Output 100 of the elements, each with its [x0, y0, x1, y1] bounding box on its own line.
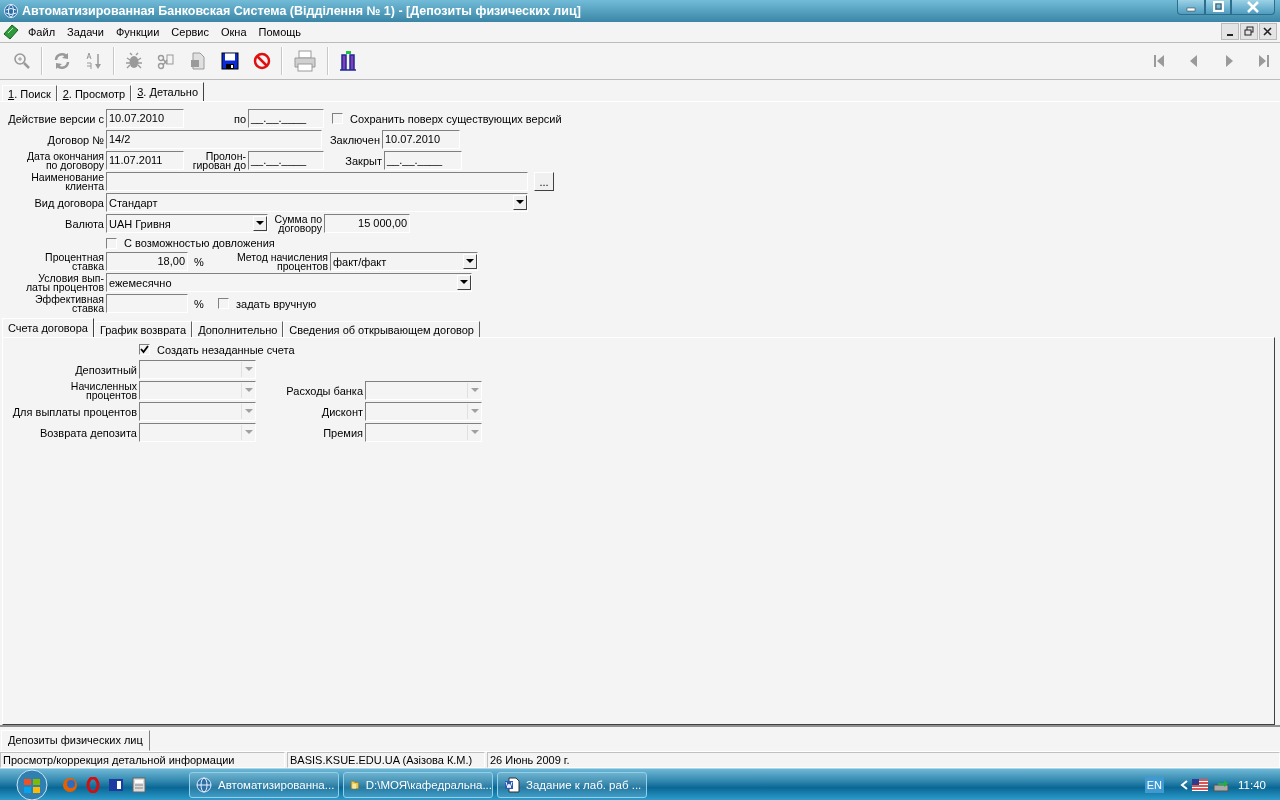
caret-down-icon — [256, 221, 264, 226]
caret-down-icon — [470, 409, 479, 414]
caret-down-icon — [470, 430, 479, 435]
field-label: Вид договора — [34, 196, 104, 209]
field-label: Закрыт — [345, 154, 382, 167]
refresh-icon[interactable] — [53, 52, 71, 70]
restore-icon[interactable] — [1240, 23, 1258, 40]
caret-down-icon — [244, 388, 253, 393]
caret-down-icon — [244, 409, 253, 414]
text-field[interactable]: __.__.____ — [384, 151, 462, 170]
checkbox[interactable] — [332, 113, 343, 124]
unit-label: % — [194, 297, 204, 310]
number-field[interactable]: 15 000,00 — [324, 214, 410, 233]
text-field[interactable]: __.__.____ — [248, 109, 324, 128]
globe-icon — [196, 776, 212, 793]
calculator-icon[interactable] — [131, 776, 147, 793]
menu-item[interactable]: Окна — [215, 26, 253, 38]
status-text: BASIS.KSUE.EDU.UA (Азізова К.М.) — [287, 752, 485, 768]
clock: 11:40 — [1238, 778, 1266, 791]
maximize-icon[interactable] — [1205, 0, 1231, 15]
scissors-icon[interactable] — [157, 52, 175, 70]
number-field[interactable] — [106, 294, 188, 313]
field-label: Заключен — [329, 133, 380, 146]
sort-icon[interactable] — [85, 52, 103, 70]
field-label: Процентная ставка — [45, 252, 104, 271]
status-text: Просмотр/коррекция детальной информации — [0, 752, 285, 768]
start-icon[interactable] — [14, 768, 50, 800]
text-field[interactable]: 14/2 — [106, 130, 322, 149]
caret-down-icon — [244, 367, 253, 372]
menu-item[interactable]: Функции — [110, 26, 166, 38]
menu-item[interactable]: Файл — [22, 26, 62, 38]
menu-item[interactable]: Помощь — [252, 26, 308, 38]
tab[interactable]: Счета договора — [2, 318, 94, 337]
text-field[interactable]: 10.07.2010 — [106, 109, 184, 128]
tab[interactable]: 3. Детально — [131, 82, 205, 101]
bars-icon[interactable] — [339, 51, 357, 71]
field-label: Наименование клиента — [31, 172, 104, 191]
checkbox[interactable] — [139, 344, 150, 355]
field-label: Депозитный — [75, 363, 137, 376]
last-icon[interactable] — [1258, 54, 1270, 68]
field-label: Начисленных процентов — [70, 381, 137, 400]
document-icon[interactable] — [189, 52, 207, 70]
checkbox-label: задать вручную — [236, 297, 317, 310]
taskbar-button[interactable]: D:\МОЯ\кафедральна... — [343, 771, 493, 798]
zoom-icon[interactable] — [13, 52, 31, 70]
field-label: Действие версии с — [8, 112, 104, 125]
caret-down-icon — [244, 430, 253, 435]
app-icon[interactable] — [108, 776, 124, 793]
field-label: Сумма по договору — [274, 214, 322, 233]
taskbar-button[interactable]: Автоматизированна... — [189, 771, 339, 798]
next-icon[interactable] — [1223, 54, 1235, 68]
field-label: Возврата депозита — [40, 426, 137, 439]
menu-item[interactable]: Сервис — [165, 26, 215, 38]
dropdown[interactable]: ежемесячно — [106, 273, 472, 292]
stop-icon[interactable] — [253, 52, 271, 70]
field-label: Условия вып- латы процентов — [25, 273, 104, 292]
globe-icon — [4, 4, 18, 18]
browse-button[interactable]: ... — [534, 172, 554, 191]
field-label: Дисконт — [321, 405, 363, 418]
unit-label: % — [194, 255, 204, 268]
caret-down-icon — [466, 259, 474, 264]
status-text: 26 Июнь 2009 г. — [487, 752, 1280, 768]
print-icon[interactable] — [293, 50, 317, 72]
checkbox[interactable] — [218, 298, 229, 309]
field-label: Пролон- гирован до — [192, 151, 246, 170]
field-label: Эффективная ставка — [35, 294, 104, 313]
checkbox-label: Создать незаданные счета — [157, 343, 295, 356]
flag-icon[interactable] — [1192, 778, 1209, 791]
field-label: Премия — [323, 426, 363, 439]
number-field[interactable]: 18,00 — [106, 252, 188, 271]
first-icon[interactable] — [1153, 54, 1165, 68]
field-label: по — [233, 112, 246, 125]
caret-down-icon — [460, 280, 468, 285]
chevron-icon[interactable] — [1180, 779, 1189, 790]
text-field[interactable]: 11.07.2011 — [106, 151, 184, 170]
card-icon — [3, 24, 19, 40]
window-title: Автоматизированная Банковская Система (Відділення № 1) - [Депозиты физических лиц] — [22, 4, 581, 18]
caret-down-icon — [470, 388, 479, 393]
text-field[interactable] — [106, 172, 528, 191]
menu-item[interactable]: Задачи — [61, 26, 110, 38]
prev-icon[interactable] — [1188, 54, 1200, 68]
text-field[interactable]: 10.07.2010 — [382, 130, 460, 149]
field-label: Валюта — [65, 217, 104, 230]
ring-icon[interactable] — [85, 776, 101, 793]
dropdown[interactable]: UAH Гривня — [106, 214, 268, 233]
close-icon[interactable] — [1259, 23, 1277, 40]
document-icon — [504, 776, 520, 793]
dropdown[interactable]: Стандарт — [106, 193, 528, 212]
text-field[interactable]: __.__.____ — [248, 151, 324, 170]
minimize-icon[interactable] — [1221, 23, 1239, 40]
taskbar-button[interactable]: Задание к лаб. раб ... — [497, 771, 647, 798]
field-label: Расходы банка — [286, 384, 363, 397]
caret-down-icon — [516, 200, 524, 205]
checkbox[interactable] — [106, 237, 117, 249]
bug-icon[interactable] — [125, 52, 143, 70]
close-icon[interactable] — [1231, 0, 1275, 15]
dropdown[interactable]: факт/факт — [330, 252, 478, 271]
document-tab[interactable]: Депозиты физических лиц — [1, 730, 150, 751]
save-icon[interactable] — [221, 52, 239, 70]
field-label: Метод начисления процентов — [237, 252, 328, 271]
